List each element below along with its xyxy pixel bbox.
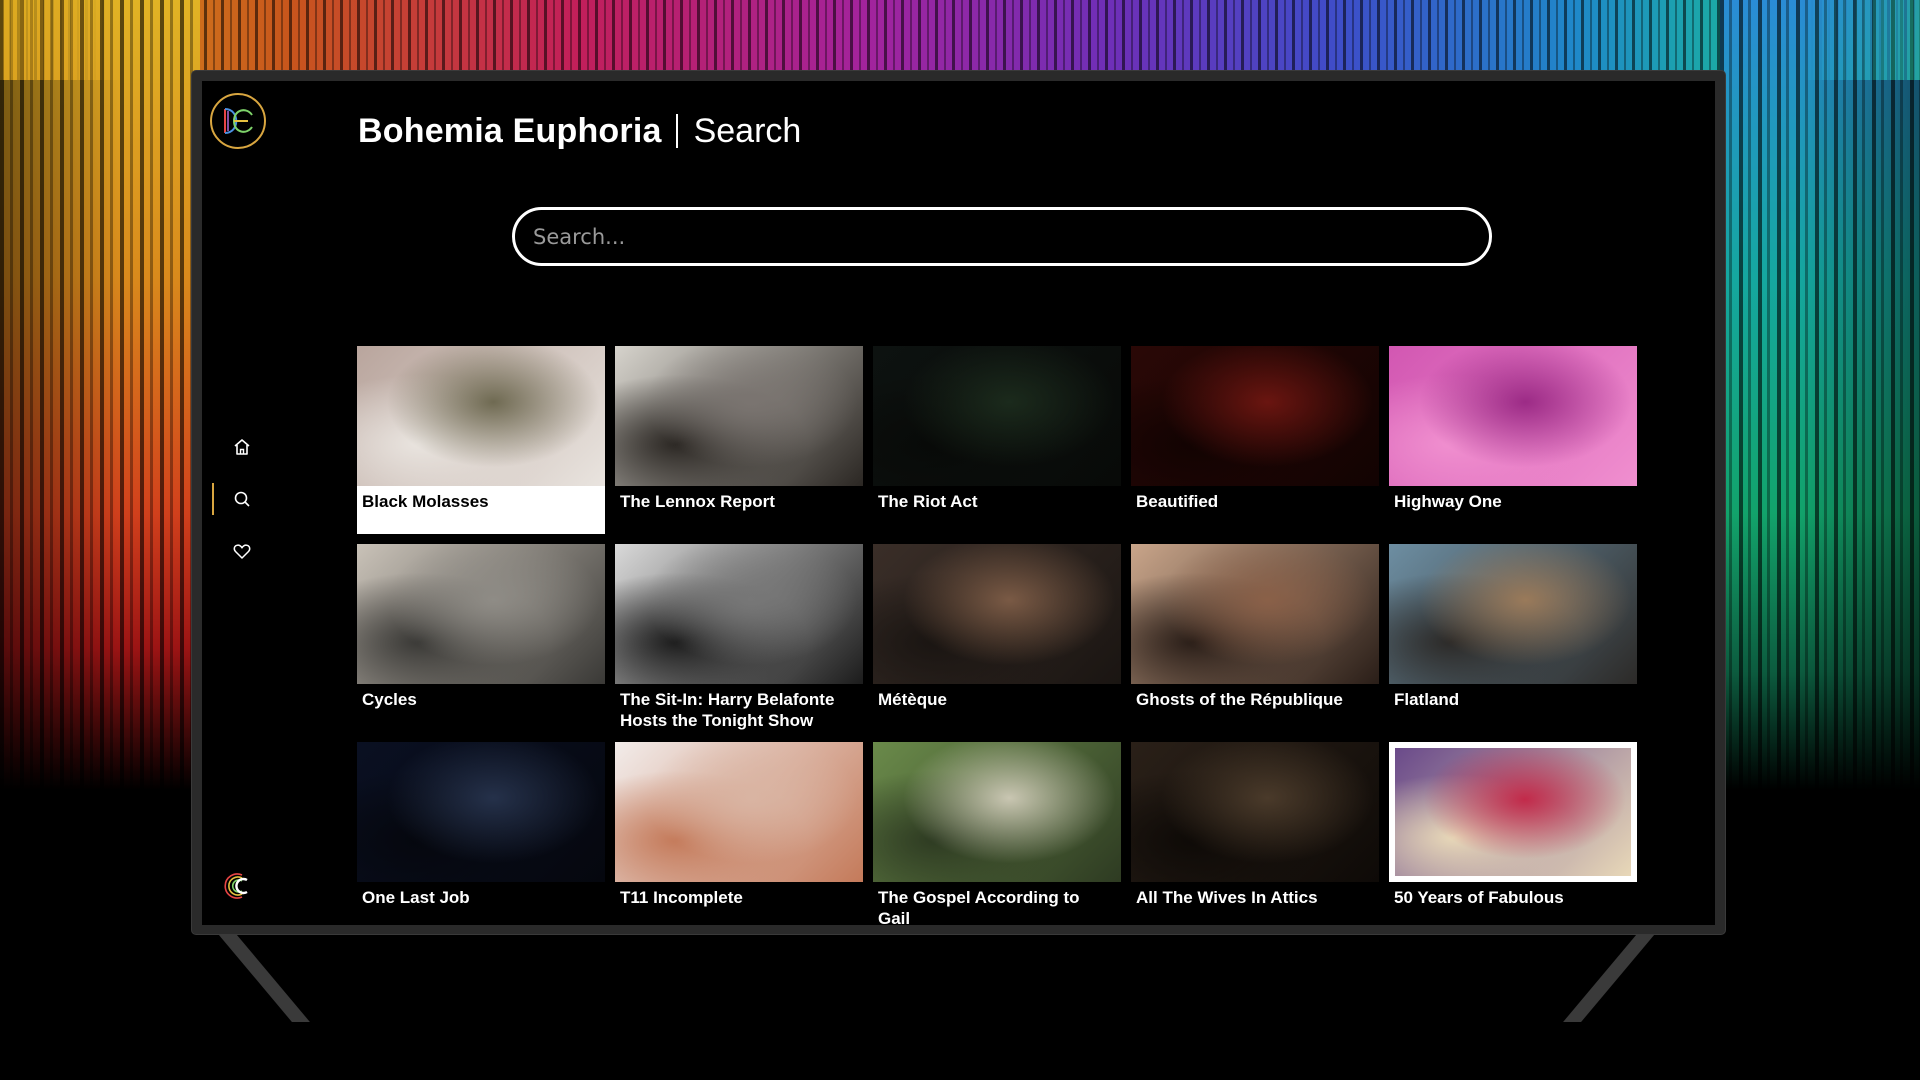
title-label: The Riot Act: [878, 492, 978, 511]
title-card[interactable]: Ghosts of the République: [1131, 544, 1379, 732]
title-label: The Sit-In: Harry Belafonte Hosts the To…: [620, 690, 835, 730]
backdrop-right-stripes: [1720, 0, 1920, 790]
thumbnail-image: [1395, 748, 1631, 876]
title-thumbnail: [357, 544, 605, 684]
title-label: All The Wives In Attics: [1136, 888, 1318, 907]
sidebar-item-search[interactable]: [202, 473, 282, 525]
title-card[interactable]: Highway One: [1389, 346, 1637, 534]
title-card[interactable]: Flatland: [1389, 544, 1637, 732]
brand-title: Bohemia Euphoria: [358, 111, 662, 150]
thumbnail-image: [873, 742, 1121, 882]
title-thumbnail: [873, 544, 1121, 684]
title-label: Ghosts of the République: [1136, 690, 1343, 709]
title-thumbnail: [615, 742, 863, 882]
brand-mark-icon: [224, 873, 248, 899]
title-thumbnail: [357, 742, 605, 882]
page-header: Bohemia Euphoria Search: [358, 101, 801, 161]
title-card[interactable]: The Riot Act: [873, 346, 1121, 534]
title-card[interactable]: Cycles: [357, 544, 605, 732]
thumbnail-image: [1131, 742, 1379, 882]
tv-screen: Bohemia Euphoria Search Black Molasses Th…: [202, 81, 1715, 925]
title-card[interactable]: The Sit-In: Harry Belafonte Hosts the To…: [615, 544, 863, 732]
title-card[interactable]: 50 Years of Fabulous: [1389, 742, 1637, 925]
thumbnail-image: [357, 544, 605, 684]
results-grid: Black Molasses The Lennox Report The Riot …: [357, 346, 1637, 925]
title-card[interactable]: All The Wives In Attics: [1131, 742, 1379, 925]
title-label: T11 Incomplete: [620, 888, 743, 907]
sidebar-nav: [202, 421, 282, 577]
title-card[interactable]: The Gospel According to Gail: [873, 742, 1121, 925]
sidebar-item-favorites[interactable]: [202, 525, 282, 577]
title-thumbnail: [1389, 544, 1637, 684]
title-label: Black Molasses: [362, 492, 489, 511]
title-thumbnail: [1131, 346, 1379, 486]
title-label: The Lennox Report: [620, 492, 775, 511]
title-card[interactable]: T11 Incomplete: [615, 742, 863, 925]
title-thumbnail: [1389, 346, 1637, 486]
title-label: Métèque: [878, 690, 947, 709]
brand-logo-icon[interactable]: [210, 93, 266, 149]
title-card[interactable]: One Last Job: [357, 742, 605, 925]
title-card[interactable]: Black Molasses: [357, 346, 605, 534]
title-thumbnail: [615, 346, 863, 486]
thumbnail-image: [1131, 544, 1379, 684]
title-card[interactable]: Beautified: [1131, 346, 1379, 534]
search-icon: [234, 491, 250, 507]
header-divider: [675, 114, 678, 148]
backdrop-left-stripes: [0, 0, 200, 790]
title-thumbnail: [615, 544, 863, 684]
title-label: Cycles: [362, 690, 417, 709]
title-thumbnail: [1131, 742, 1379, 882]
title-thumbnail: [873, 346, 1121, 486]
title-thumbnail: [873, 742, 1121, 882]
search-bar[interactable]: [512, 207, 1492, 266]
search-input[interactable]: [533, 224, 1489, 249]
sidebar-item-home[interactable]: [202, 421, 282, 473]
home-icon: [234, 439, 250, 455]
thumbnail-image: [615, 544, 863, 684]
title-thumbnail: [1131, 544, 1379, 684]
title-label: Highway One: [1394, 492, 1502, 511]
thumbnail-image: [357, 742, 605, 882]
title-label: The Gospel According to Gail: [878, 888, 1080, 925]
thumbnail-image: [615, 346, 863, 486]
thumbnail-image: [1389, 544, 1637, 684]
backdrop-top-stripes: [0, 0, 1920, 80]
title-thumbnail: [1389, 742, 1637, 882]
thumbnail-image: [615, 742, 863, 882]
thumbnail-image: [873, 346, 1121, 486]
heart-icon: [233, 544, 251, 559]
thumbnail-image: [1389, 346, 1637, 486]
title-thumbnail: [357, 346, 605, 486]
title-card[interactable]: The Lennox Report: [615, 346, 863, 534]
thumbnail-image: [873, 544, 1121, 684]
title-label: One Last Job: [362, 888, 470, 907]
title-label: Flatland: [1394, 690, 1460, 709]
thumbnail-image: [1131, 346, 1379, 486]
title-card[interactable]: Métèque: [873, 544, 1121, 732]
page-title: Search: [693, 111, 802, 150]
title-label: Beautified: [1136, 492, 1219, 511]
title-label: 50 Years of Fabulous: [1394, 888, 1564, 907]
thumbnail-image: [357, 346, 605, 486]
